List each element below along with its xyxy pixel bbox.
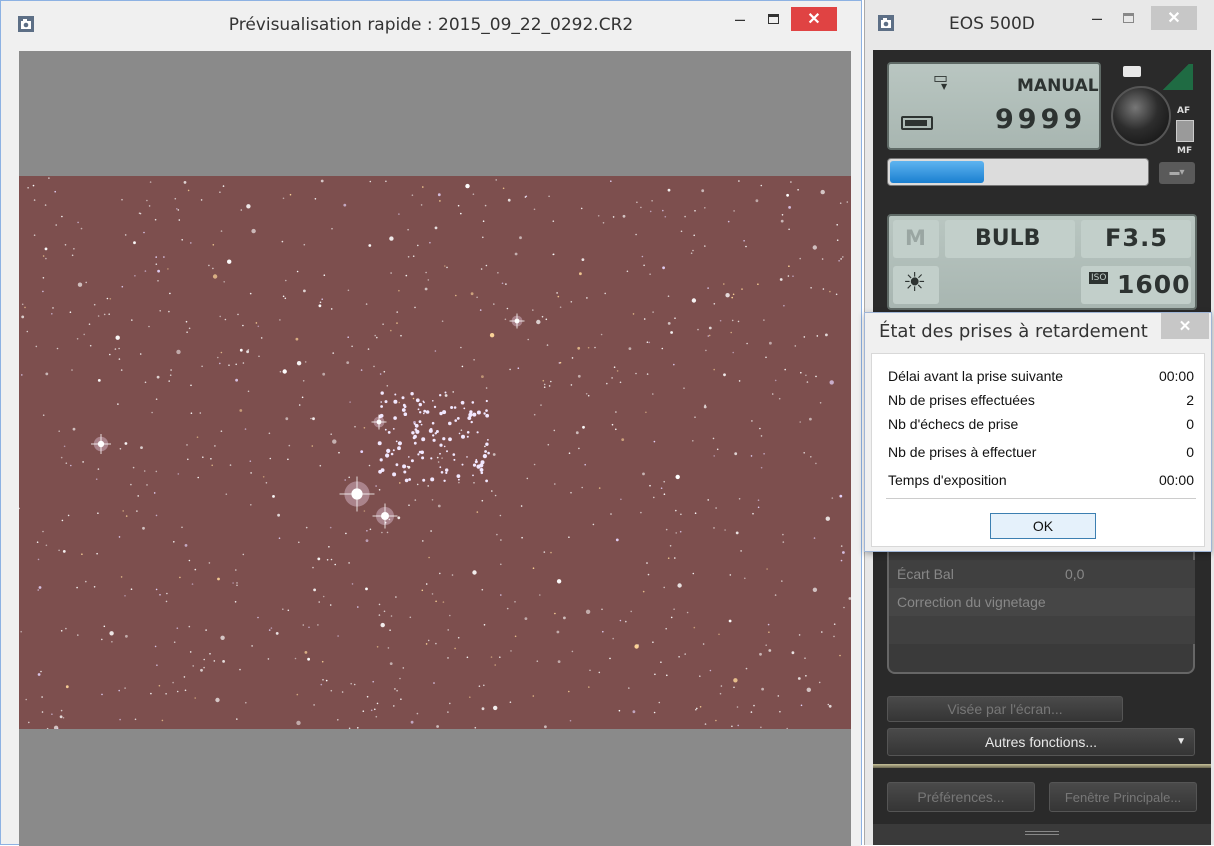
preview-right-edge <box>851 51 861 846</box>
chevron-down-icon: ▼ <box>1176 736 1186 747</box>
status-value: 00:00 <box>1158 368 1194 384</box>
panel-row-label: Correction du vignetage <box>897 594 1046 610</box>
live-view-button[interactable]: Visée par l'écran... <box>887 696 1123 722</box>
iso-badge: ISO <box>1089 272 1109 284</box>
shutter-cell[interactable]: BULB <box>945 220 1075 258</box>
status-label: Délai avant la prise suivante <box>888 368 1064 384</box>
close-button[interactable]: ✕ <box>1151 6 1197 30</box>
info-panel: Écart Bal 0,0 Correction du vignetage <box>887 552 1195 674</box>
close-button[interactable]: ✕ <box>791 7 837 31</box>
other-functions-dropdown[interactable]: Autres fonctions... ▼ <box>887 728 1195 756</box>
shutter-release-button[interactable] <box>1111 86 1171 146</box>
af-label: AF <box>1177 106 1191 116</box>
shutter-speed: BULB <box>975 226 1041 251</box>
preview-window: Prévisualisation rapide : 2015_09_22_029… <box>0 0 862 846</box>
preferences-button[interactable]: Préférences... <box>887 782 1035 812</box>
status-label: Nb d'échecs de prise <box>888 416 1019 432</box>
maximize-icon <box>1122 13 1134 23</box>
panel-row-label: Écart Bal <box>897 566 954 582</box>
status-value: 0 <box>1186 416 1194 432</box>
divider <box>873 764 1211 768</box>
aperture-cell[interactable]: F3.5 <box>1081 220 1191 258</box>
status-row: Nb de prises effectuées 2 <box>888 392 1194 416</box>
ok-button[interactable]: OK <box>990 513 1096 539</box>
camera-settings-icon[interactable] <box>1159 64 1193 90</box>
dialog-close-button[interactable]: ✕ <box>1161 313 1209 339</box>
status-label: Temps d'exposition <box>888 472 1007 488</box>
dialog-body: Délai avant la prise suivante 00:00 Nb d… <box>871 353 1205 547</box>
panel-row-empty <box>889 616 1195 644</box>
camera-menu-icon[interactable]: ▬▾ <box>1159 162 1195 184</box>
camera-app-icon[interactable] <box>877 14 895 32</box>
panel-row: Écart Bal 0,0 <box>889 560 1195 588</box>
status-label: Nb de prises effectuées <box>888 392 1035 408</box>
aperture-value: F3.5 <box>1105 224 1168 252</box>
storage-progress-bar <box>887 158 1149 186</box>
eos-title: EOS 500D <box>949 14 1035 34</box>
mode-cell[interactable]: M <box>893 220 939 258</box>
dialog-title: État des prises à retardement <box>879 321 1148 342</box>
status-row: Nb d'échecs de prise 0 <box>888 416 1194 440</box>
main-window-button[interactable]: Fenêtre Principale... <box>1049 782 1197 812</box>
divider <box>886 498 1196 499</box>
status-row: Nb de prises à effectuer 0 <box>888 444 1194 468</box>
iso-cell[interactable]: ISO 1600 <box>1081 266 1191 304</box>
indicator-lamp-icon <box>1123 66 1141 77</box>
preview-titlebar[interactable]: Prévisualisation rapide : 2015_09_22_029… <box>1 1 861 51</box>
drive-mode-arrow-icon: ▼ <box>941 82 948 91</box>
resize-grip[interactable] <box>873 824 1211 845</box>
panel-row: Correction du vignetage <box>889 588 1195 616</box>
mode-letter: M <box>905 226 926 250</box>
shooting-mode: MANUAL <box>1017 76 1099 96</box>
af-mf-switch[interactable] <box>1176 120 1194 142</box>
exposure-settings-lcd: M BULB F3.5 ☀ ISO 1600 <box>887 214 1197 310</box>
status-value: 00:00 <box>1158 472 1194 488</box>
mf-label: MF <box>1177 146 1193 156</box>
star-field-image <box>19 176 851 729</box>
maximize-button[interactable] <box>1113 6 1143 30</box>
status-row: Temps d'exposition 00:00 <box>888 472 1194 496</box>
status-value: 2 <box>1186 392 1194 408</box>
minimize-button[interactable]: – <box>1082 6 1112 30</box>
iso-value: 1600 <box>1117 270 1191 299</box>
battery-icon <box>901 116 933 130</box>
maximize-button[interactable] <box>757 7 789 31</box>
timer-shooting-status-dialog: État des prises à retardement ✕ Délai av… <box>864 312 1212 552</box>
sun-icon: ☀ <box>903 268 927 298</box>
star-field-svg <box>19 177 851 729</box>
status-lcd: ▭ ▼ MANUAL 9999 <box>887 62 1101 150</box>
preview-canvas <box>19 51 851 846</box>
maximize-icon <box>767 14 779 24</box>
status-value: 0 <box>1186 444 1194 460</box>
other-functions-label: Autres fonctions... <box>984 734 1098 750</box>
minimize-button[interactable]: – <box>724 7 756 31</box>
panel-row-value: 0,0 <box>1065 566 1085 582</box>
white-balance-cell[interactable]: ☀ <box>893 266 939 304</box>
shots-remaining: 9999 <box>995 104 1087 135</box>
status-label: Nb de prises à effectuer <box>888 444 1037 460</box>
eos-titlebar[interactable]: EOS 500D – ✕ <box>865 0 1214 50</box>
storage-progress-fill <box>890 161 984 183</box>
status-row: Délai avant la prise suivante 00:00 <box>888 368 1194 392</box>
